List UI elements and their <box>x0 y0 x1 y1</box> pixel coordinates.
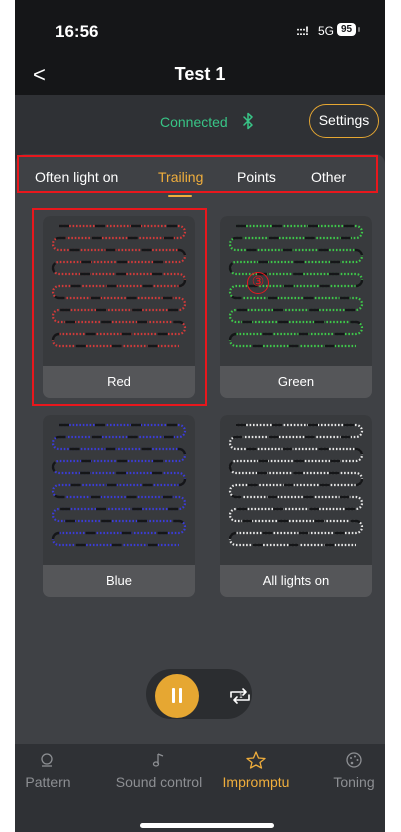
signal-icon: :::! <box>296 24 309 38</box>
effect-tile-green[interactable]: Green <box>220 216 372 398</box>
nav-sound-control[interactable]: Sound control <box>111 744 207 800</box>
selection-highlight <box>32 208 207 406</box>
battery-tip <box>358 27 360 32</box>
loop-once-icon[interactable]: 1 <box>227 684 253 708</box>
status-time: 16:56 <box>55 22 99 41</box>
led-preview-all <box>220 415 372 565</box>
tab-points[interactable]: Points <box>237 169 276 185</box>
nav-label: Toning <box>333 774 375 790</box>
nav-label: Sound control <box>115 774 203 790</box>
sparkle-star-icon <box>246 751 266 769</box>
effect-tile-all-lights-on[interactable]: All lights on <box>220 415 372 597</box>
nav-pattern[interactable]: Pattern <box>18 744 78 800</box>
settings-button[interactable]: Settings <box>309 104 379 138</box>
palette-icon <box>346 752 362 768</box>
annotation-marker: ③ <box>247 272 269 294</box>
effect-tile-blue[interactable]: Blue <box>43 415 195 597</box>
nav-label: Impromptu <box>222 774 290 790</box>
nav-label: Pattern <box>25 774 71 790</box>
led-preview-green <box>220 216 372 366</box>
active-tab-indicator <box>168 195 192 197</box>
tab-trailing[interactable]: Trailing <box>158 169 203 185</box>
network-type: 5G <box>318 24 335 38</box>
phone-screen: 16:56 :::! 5G 95 < Test 1 Connected Sett… <box>15 0 385 832</box>
loop-digit: 1 <box>239 693 243 700</box>
page-title: Test 1 <box>174 64 226 84</box>
led-preview-blue <box>43 415 195 565</box>
music-note-icon <box>152 753 164 767</box>
tile-label: All lights on <box>262 573 330 588</box>
tab-other[interactable]: Other <box>311 169 346 185</box>
home-indicator <box>140 823 274 828</box>
pattern-icon <box>41 753 53 767</box>
tile-label: Green <box>277 374 315 389</box>
battery-icon: 95 <box>337 23 356 36</box>
connection-status: Connected <box>160 114 228 130</box>
nav-bar: < Test 1 <box>15 56 385 95</box>
bluetooth-icon <box>243 112 253 130</box>
bottom-nav: Pattern Sound control Impromptu Toning <box>15 744 385 832</box>
pause-icon <box>179 688 182 703</box>
nav-impromptu[interactable]: Impromptu <box>218 744 294 800</box>
tile-label: Blue <box>105 573 133 588</box>
pause-icon <box>172 688 175 703</box>
pause-button[interactable] <box>155 674 199 718</box>
status-bar: 16:56 :::! 5G 95 <box>15 0 385 56</box>
tab-often-light-on[interactable]: Often light on <box>35 169 118 185</box>
nav-toning[interactable]: Toning <box>326 744 382 800</box>
